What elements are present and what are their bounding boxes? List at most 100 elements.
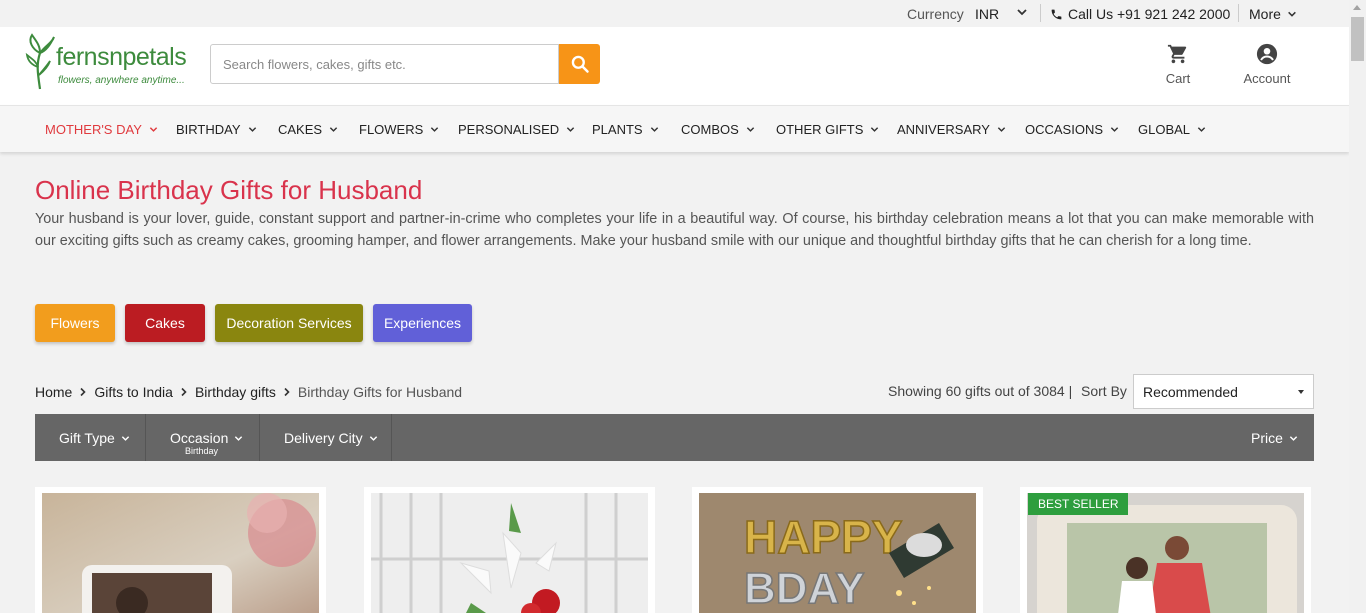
chevron-right-icon (284, 387, 290, 397)
sort-by-label: Sort By (1081, 383, 1127, 399)
category-button-experiences[interactable]: Experiences (373, 304, 472, 342)
product-image-mug[interactable] (42, 493, 319, 613)
account-label: Account (1243, 71, 1291, 86)
account-icon (1256, 43, 1278, 65)
nav-item-label: PLANTS (592, 122, 643, 137)
nav-item-other-gifts[interactable]: OTHER GIFTS (776, 122, 879, 137)
filter-price[interactable]: Price (1235, 414, 1314, 461)
nav-item-global[interactable]: GLOBAL (1138, 122, 1206, 137)
results-count: Showing 60 gifts out of 3084 | (888, 383, 1073, 399)
logo[interactable]: fernsnpetals flowers, anywhere anytime..… (24, 31, 194, 91)
nav-item-birthday[interactable]: BIRTHDAY (176, 122, 257, 137)
search-button[interactable] (559, 44, 600, 84)
chevron-down-icon (121, 435, 129, 441)
breadcrumb-birthday-gifts[interactable]: Birthday gifts (195, 384, 276, 400)
phone-icon (1051, 9, 1062, 19)
currency-label: Currency (907, 6, 964, 22)
filter-label: Delivery City (284, 430, 363, 446)
nav-item-label: FLOWERS (359, 122, 424, 137)
nav-item-occasions[interactable]: OCCASIONS (1025, 122, 1119, 137)
category-button-flowers[interactable]: Flowers (35, 304, 115, 342)
chevron-down-icon (1197, 127, 1206, 132)
chevron-down-icon (871, 127, 879, 132)
currency-select[interactable]: INR (975, 6, 999, 22)
breadcrumb-current: Birthday Gifts for Husband (297, 384, 463, 400)
scrollbar-thumb[interactable] (1351, 17, 1364, 61)
nav-item-label: GLOBAL (1138, 122, 1191, 137)
product-card[interactable] (35, 487, 326, 613)
phone-label: Call Us +91 921 242 2000 (1068, 6, 1231, 22)
chevron-right-icon (181, 387, 187, 397)
call-us-link[interactable]: Call Us +91 921 242 2000 (1050, 6, 1230, 22)
scroll-up-arrow-icon[interactable] (1353, 5, 1361, 10)
chevron-down-icon (149, 127, 158, 132)
more-menu[interactable]: More (1249, 6, 1297, 22)
nav-item-label: BIRTHDAY (176, 122, 241, 137)
page-description: Your husband is your lover, guide, const… (35, 211, 1314, 249)
filter-label: Occasion (170, 430, 229, 446)
page-title: Online Birthday Gifts for Husband (35, 175, 423, 205)
chevron-down-icon (650, 127, 658, 132)
cart-label: Cart (1165, 71, 1191, 86)
nav-item-plants[interactable]: PLANTS (592, 122, 659, 137)
sort-select[interactable]: Recommended (1133, 374, 1314, 409)
chevron-down-icon (235, 435, 243, 441)
divider (1238, 4, 1239, 22)
nav-item-flowers[interactable]: FLOWERS (359, 122, 439, 137)
breadcrumb-home[interactable]: Home (35, 384, 72, 400)
nav-item-personalised[interactable]: PERSONALISED (458, 122, 575, 137)
account-button[interactable]: Account (1236, 43, 1298, 86)
filter-occasion[interactable]: Occasion Birthday (146, 414, 260, 461)
page-scrollbar[interactable] (1349, 0, 1366, 613)
chevron-down-icon (1110, 127, 1119, 132)
chevron-down-icon (431, 127, 439, 132)
divider (1040, 4, 1041, 22)
nav-item-label: MOTHER'S DAY (45, 122, 142, 137)
balloon-happy: HAPPY (744, 511, 902, 563)
best-seller-badge: BEST SELLER (1028, 493, 1129, 515)
breadcrumb-gifts-to-india[interactable]: Gifts to India (94, 384, 173, 400)
breadcrumb: Home Gifts to India Birthday gifts Birth… (35, 384, 462, 400)
cart-icon (1167, 44, 1187, 64)
chevron-down-icon (1288, 11, 1296, 17)
flower-logo-icon (25, 33, 55, 90)
product-card[interactable]: HAPPY BDAY (692, 487, 983, 613)
product-card[interactable] (364, 487, 655, 613)
filter-delivery-city[interactable]: Delivery City (260, 414, 392, 461)
nav-item-label: OTHER GIFTS (776, 122, 864, 137)
nav-item-label: CAKES (278, 122, 323, 137)
balloon-bday: BDAY (744, 564, 865, 613)
filter-label: Gift Type (59, 430, 115, 446)
chevron-down-icon (997, 127, 1006, 132)
nav-item-label: COMBOS (681, 122, 739, 137)
chevron-down-icon (329, 127, 338, 132)
product-image-lilies[interactable] (371, 493, 648, 613)
filter-selected-value: Birthday (185, 446, 219, 456)
top-utility-bar: Currency INR Call Us +91 921 242 2000 Mo… (0, 0, 1349, 27)
chevron-down-icon[interactable] (1016, 5, 1028, 19)
nav-item-cakes[interactable]: CAKES (278, 122, 338, 137)
nav-item-combos[interactable]: COMBOS (681, 122, 755, 137)
filter-gift-type[interactable]: Gift Type (35, 414, 146, 461)
filter-bar: Gift Type Occasion Birthday Delivery Cit… (35, 414, 1314, 461)
more-label: More (1249, 6, 1281, 22)
chevron-down-icon (746, 127, 754, 132)
chevron-down-icon (369, 435, 377, 441)
chevron-down-icon (566, 127, 575, 132)
caret-down-icon (1298, 390, 1304, 394)
search-input[interactable] (210, 44, 559, 84)
chevron-down-icon (1289, 435, 1298, 441)
nav-item-anniversary[interactable]: ANNIVERSARY (897, 122, 1006, 137)
cart-button[interactable]: Cart (1158, 43, 1198, 86)
sort-selected-value: Recommended (1143, 384, 1238, 400)
product-image-decoration[interactable]: HAPPY BDAY (699, 493, 976, 613)
nav-item-label: ANNIVERSARY (897, 122, 990, 137)
logo-text: fernsnpetals (56, 43, 187, 71)
category-button-decoration-services[interactable]: Decoration Services (215, 304, 363, 342)
chevron-right-icon (80, 387, 86, 397)
nav-item-label: PERSONALISED (458, 122, 560, 137)
search-icon (571, 55, 589, 73)
site-header: fernsnpetals flowers, anywhere anytime..… (0, 27, 1349, 105)
category-button-cakes[interactable]: Cakes (125, 304, 205, 342)
nav-item-mothers-day[interactable]: MOTHER'S DAY (45, 122, 158, 137)
